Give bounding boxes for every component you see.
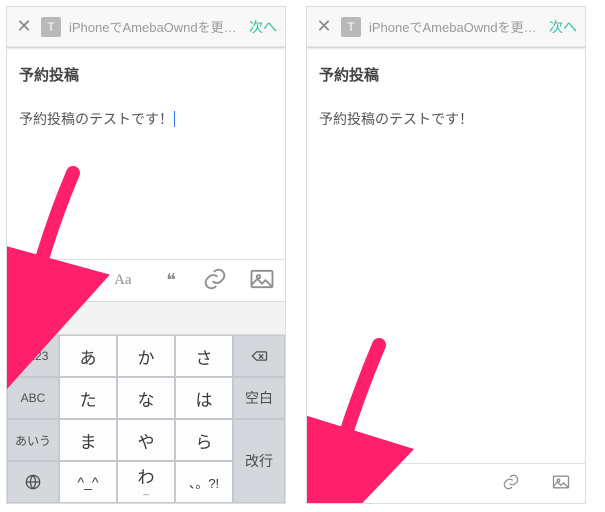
topbar: ✕ T iPhoneでAmebaOwndを更… 次へ [7,7,285,47]
edit-toolbar: Aa ❝ [7,259,285,301]
phone-right: ✕ T iPhoneでAmebaOwndを更… 次へ 予約投稿 予約投稿のテスト… [306,6,586,504]
key-num[interactable]: ☆123 [7,335,59,377]
key-backspace[interactable] [233,335,285,377]
key-ta[interactable]: た [59,377,117,419]
key-abc[interactable]: ABC [7,377,59,419]
post-body[interactable]: 予約投稿のテストです！ [319,109,573,129]
title-type-icon: T [341,17,361,37]
key-ra[interactable]: ら [175,419,233,461]
text-cursor [174,111,175,127]
editor-gap [7,143,285,259]
key-emoji[interactable]: ^_^ [59,461,117,503]
key-space[interactable]: 空白 [233,377,285,419]
key-ha[interactable]: は [175,377,233,419]
key-ka[interactable]: か [117,335,175,377]
key-wa-sub: _ [143,486,149,496]
key-wa-main: わ [138,469,155,486]
title-type-icon: T [41,17,61,37]
key-kana[interactable]: あいう [7,419,59,461]
post-body-text: 予約投稿のテストです！ [319,109,473,129]
link-icon[interactable] [501,472,521,495]
bottom-toolbar [307,463,585,503]
jp-keyboard: ☆123 あ か さ ABC た な は 空白 あいう ま や ら 改行 ^_^… [7,335,285,503]
align-icon[interactable] [62,265,90,296]
editor-content[interactable]: 予約投稿 予約投稿のテストです！ [7,50,285,143]
next-button[interactable]: 次へ [549,17,577,37]
post-heading: 予約投稿 [319,64,573,85]
link-icon[interactable] [201,265,229,296]
key-ma[interactable]: ま [59,419,117,461]
next-button[interactable]: 次へ [249,17,277,37]
post-heading: 予約投稿 [19,64,273,85]
quote-icon[interactable]: ❝ [155,270,183,291]
post-body-text: 予約投稿のテストです！ [19,109,173,129]
page-title: iPhoneでAmebaOwndを更… [69,17,241,36]
close-icon[interactable]: ✕ [15,16,33,37]
key-ya[interactable]: や [117,419,175,461]
key-return[interactable]: 改行 [233,419,285,503]
key-wa[interactable]: わ _ [117,461,175,503]
key-sa[interactable]: さ [175,335,233,377]
post-body[interactable]: 予約投稿のテストです！ [19,109,273,129]
key-na[interactable]: な [117,377,175,419]
page-title: iPhoneでAmebaOwndを更… [369,17,541,36]
key-a[interactable]: あ [59,335,117,377]
image-icon[interactable] [551,472,571,495]
gear-icon[interactable] [321,472,341,495]
phone-left: ✕ T iPhoneでAmebaOwndを更… 次へ 予約投稿 予約投稿のテスト… [6,6,286,504]
editor-content[interactable]: 予約投稿 予約投稿のテストです！ [307,50,585,143]
key-globe[interactable] [7,461,59,503]
key-punct[interactable]: 、。?! [175,461,233,503]
suggestion-bar[interactable] [7,301,285,335]
chevron-down-icon[interactable] [16,265,44,296]
close-icon[interactable]: ✕ [315,16,333,37]
font-icon[interactable]: Aa [109,272,137,289]
editor-gap [307,143,585,463]
image-icon[interactable] [248,265,276,296]
topbar: ✕ T iPhoneでAmebaOwndを更… 次へ [307,7,585,47]
